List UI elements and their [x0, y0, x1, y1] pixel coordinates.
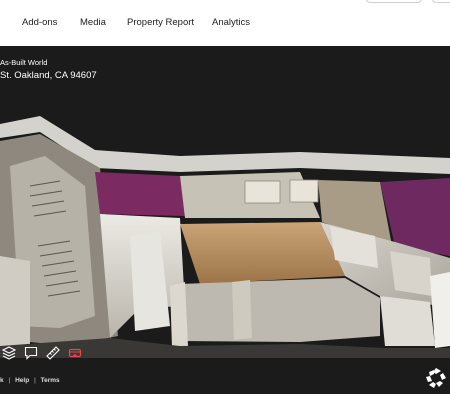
viewer-toolbar [0, 346, 100, 364]
model-address: St. Oakland, CA 94607 [0, 70, 97, 81]
3d-model-viewer[interactable]: As-Built World St. Oakland, CA 94607 k |… [0, 46, 450, 394]
footer-separator: | [33, 377, 36, 384]
viewer-footer-links: k | Help | Terms [0, 377, 60, 384]
comment-icon[interactable] [24, 346, 40, 362]
model-front-wall-right [380, 296, 435, 346]
dollhouse-3d-model[interactable] [0, 46, 450, 394]
top-button-fragment[interactable] [366, 0, 422, 3]
footer-link[interactable]: k [0, 377, 4, 384]
vr-headset-icon[interactable] [68, 346, 84, 362]
model-column [232, 280, 252, 340]
top-button-fragment[interactable] [432, 0, 450, 3]
tab-analytics[interactable]: Analytics [212, 17, 250, 28]
tab-media[interactable]: Media [80, 17, 106, 28]
page-bottom-area [0, 394, 450, 420]
model-title: As-Built World [0, 58, 48, 67]
model-column [170, 282, 188, 348]
model-left-wall [0, 256, 30, 351]
help-link[interactable]: Help [15, 377, 29, 384]
terms-link[interactable]: Terms [41, 377, 60, 384]
tab-property-report[interactable]: Property Report [127, 17, 194, 28]
ruler-icon[interactable] [46, 346, 62, 362]
model-magenta-wall [95, 172, 185, 216]
footer-separator: | [8, 377, 11, 384]
matterport-logo-icon[interactable] [425, 367, 447, 389]
layers-icon[interactable] [1, 346, 18, 362]
top-navigation-bar: Add-ons Media Property Report Analytics [0, 0, 450, 46]
model-bathroom-wall [390, 251, 432, 296]
model-wood-floor [180, 222, 345, 284]
model-front-floor [180, 278, 380, 342]
tab-add-ons[interactable]: Add-ons [22, 17, 57, 28]
